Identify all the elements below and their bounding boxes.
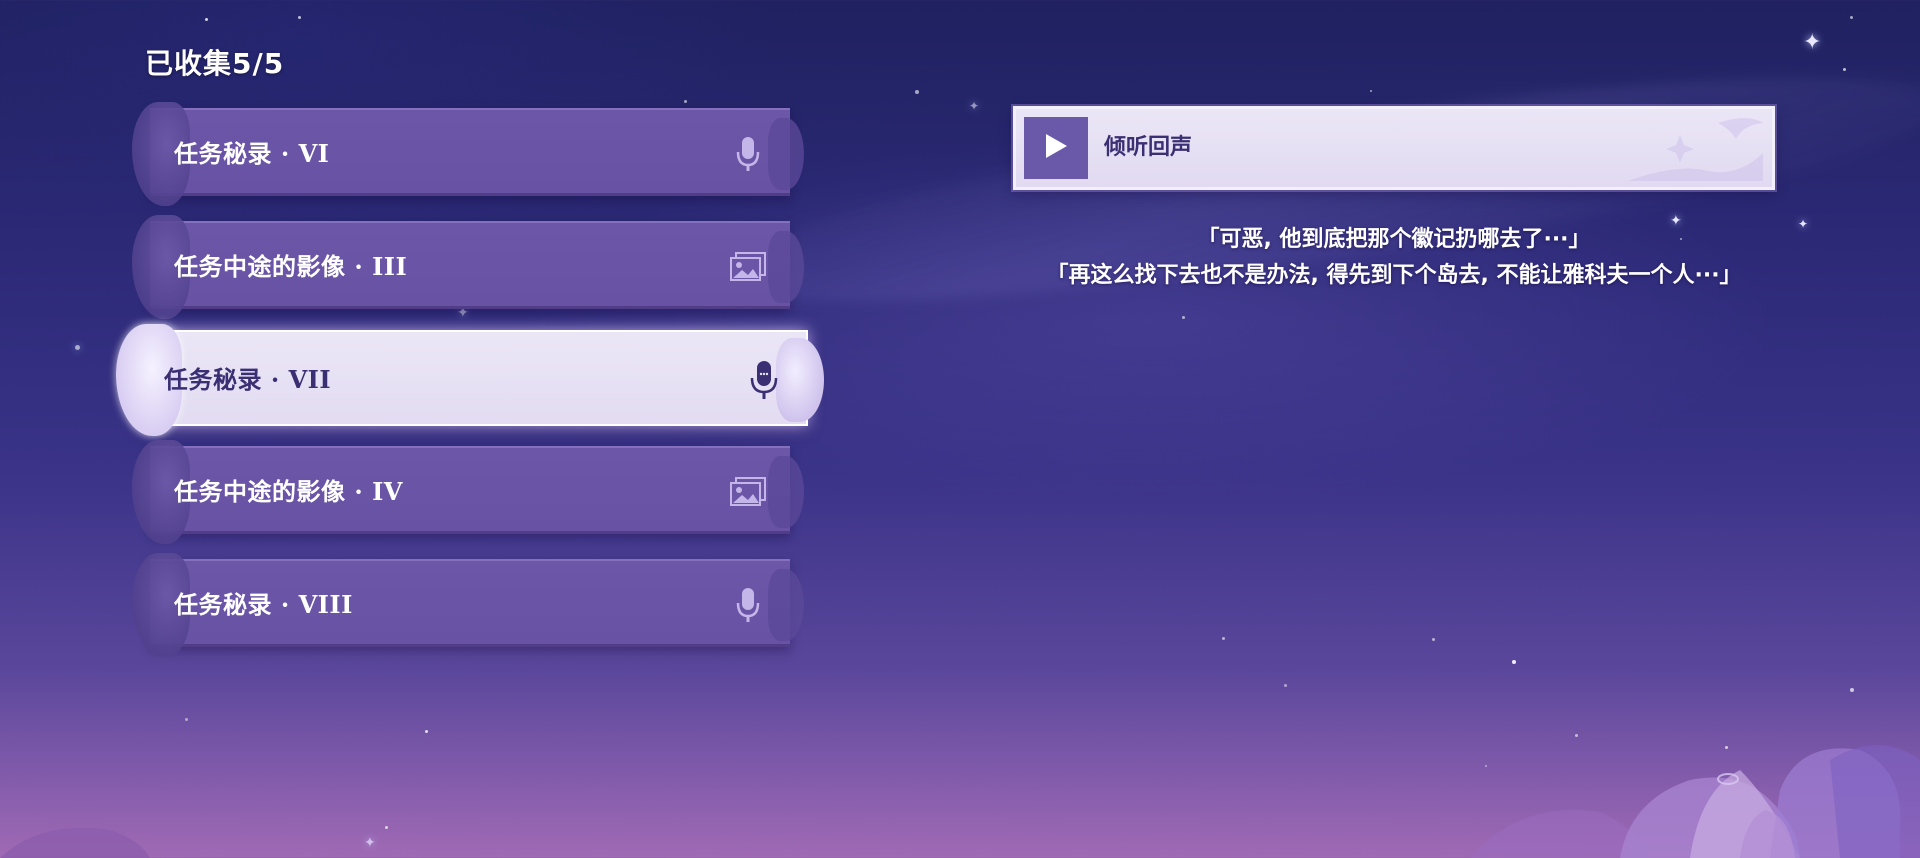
image-icon [728, 472, 768, 512]
star [1512, 660, 1516, 664]
record-item-selected[interactable]: 任务秘录 · VII [116, 324, 824, 436]
wave-decoration [1628, 118, 1763, 181]
star [185, 718, 188, 721]
image-icon [728, 247, 768, 287]
sparkle-star: ✦ [364, 835, 376, 851]
sparkle-star: ✦ [1798, 217, 1809, 231]
transcript: 「可恶, 他到底把那个徽记扔哪去了···」 「再这么找下去也不是办法, 得先到下… [1013, 222, 1775, 294]
star [915, 90, 919, 94]
star [1850, 16, 1853, 19]
sparkle-star: ✦ [969, 99, 980, 113]
shell-decoration [768, 231, 804, 303]
star [75, 345, 80, 350]
star [1182, 316, 1185, 319]
star [1284, 684, 1287, 687]
star [1575, 734, 1578, 737]
sparkle-star: ✦ [1803, 30, 1822, 55]
shell-decoration [768, 456, 804, 528]
star [425, 730, 428, 733]
collected-count: 已收集5/5 [145, 47, 285, 80]
record-item[interactable]: 任务秘录 · VI [132, 102, 804, 206]
star [1370, 90, 1372, 92]
play-icon [1043, 132, 1069, 164]
star [298, 16, 301, 19]
microphone-icon [728, 134, 768, 174]
record-label: 任务秘录 · VIII [174, 590, 353, 619]
player-label: 倾听回声 [1104, 135, 1193, 160]
record-label: 任务秘录 · VII [164, 365, 332, 394]
star [1843, 68, 1846, 71]
star [1850, 688, 1854, 692]
transcript-line: 「再这么找下去也不是办法, 得先到下个岛去, 不能让雅科夫一个人···」 [1046, 263, 1742, 288]
record-item[interactable]: 任务中途的影像 · III [132, 215, 804, 319]
record-label: 任务秘录 · VI [174, 139, 330, 168]
record-label: 任务中途的影像 · IV [174, 477, 403, 506]
record-item[interactable]: 任务秘录 · VIII [132, 553, 804, 657]
microphone-icon [744, 360, 784, 400]
microphone-icon [728, 585, 768, 625]
star [1222, 637, 1225, 640]
shell-decoration [768, 118, 804, 190]
transcript-line: 「可恶, 他到底把那个徽记扔哪去了···」 [1197, 227, 1591, 252]
star [385, 826, 388, 829]
star [684, 100, 687, 103]
shell-decoration [768, 569, 804, 641]
listen-echo-player[interactable]: 倾听回声 [1013, 106, 1775, 190]
play-button[interactable] [1024, 117, 1088, 179]
record-label: 任务中途的影像 · III [174, 252, 408, 281]
star [205, 18, 208, 21]
star [1725, 746, 1728, 749]
star [1432, 638, 1435, 641]
star [1485, 765, 1487, 767]
record-item[interactable]: 任务中途的影像 · IV [132, 440, 804, 544]
